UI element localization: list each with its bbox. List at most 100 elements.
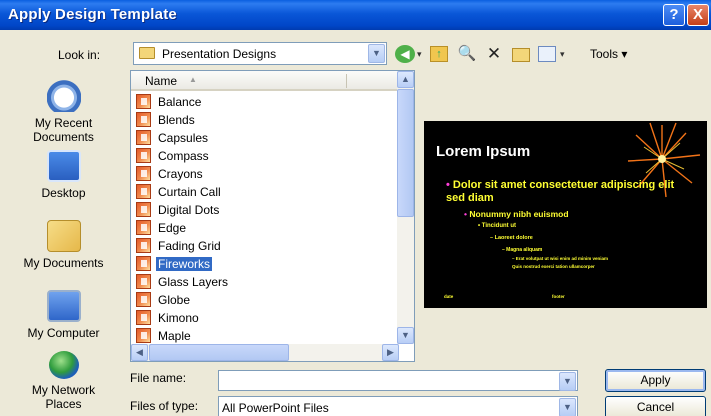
file-row[interactable]: Compass xyxy=(133,147,397,165)
my-network-icon xyxy=(48,351,79,379)
views-icon[interactable] xyxy=(538,46,556,62)
powerpoint-template-icon xyxy=(136,166,151,181)
preview-bullet-4: – Laoreet dolore xyxy=(490,235,533,241)
powerpoint-template-icon xyxy=(136,184,151,199)
powerpoint-template-icon xyxy=(136,292,151,307)
look-in-dropdown[interactable]: Presentation Designs ▼ xyxy=(133,42,387,65)
place-my-documents[interactable]: My Documents xyxy=(3,220,124,270)
file-row[interactable]: Balance xyxy=(133,93,397,111)
file-row[interactable]: Capsules xyxy=(133,129,397,147)
look-in-value: Presentation Designs xyxy=(162,47,277,61)
powerpoint-template-icon xyxy=(136,94,151,109)
file-row[interactable]: Fireworks xyxy=(133,255,397,273)
file-row-label: Edge xyxy=(158,221,187,235)
file-row-label: Balance xyxy=(158,95,202,109)
file-row-label: Kimono xyxy=(158,311,199,325)
powerpoint-template-icon xyxy=(136,148,151,163)
window-title: Apply Design Template xyxy=(8,6,177,23)
preview-title: Lorem Ipsum xyxy=(436,143,531,160)
powerpoint-template-icon xyxy=(136,310,151,325)
preview-bullet-3: • Tincidunt ut xyxy=(478,223,516,229)
powerpoint-template-icon xyxy=(136,112,151,127)
file-row-label: Fireworks xyxy=(156,257,213,271)
search-web-icon[interactable]: 🔍 xyxy=(457,44,477,64)
file-row[interactable]: Blends xyxy=(133,111,397,129)
file-row[interactable]: Curtain Call xyxy=(133,183,397,201)
file-row-label: Maple xyxy=(158,329,191,343)
scroll-right-button[interactable]: ▶ xyxy=(382,344,399,361)
recent-documents-icon xyxy=(46,80,81,112)
sort-ascending-icon: ▲ xyxy=(189,75,197,84)
scroll-down-button[interactable]: ▼ xyxy=(397,327,414,344)
place-my-network[interactable]: My Network Places xyxy=(3,351,124,411)
cancel-button[interactable]: Cancel xyxy=(605,396,706,416)
horizontal-scrollbar[interactable]: ◀ ▶ xyxy=(131,344,399,361)
close-button[interactable]: X xyxy=(687,4,709,26)
preview-bullet-5: – Magna aliquam xyxy=(502,247,543,253)
file-row[interactable]: Crayons xyxy=(133,165,397,183)
preview-footer-date: date xyxy=(444,294,454,299)
scroll-left-button[interactable]: ◀ xyxy=(131,344,148,361)
file-list[interactable]: Name ▲ Balance Blends Capsules Compass Crayo… xyxy=(130,70,415,362)
preview-bullet-1: • Dolor sit amet consectetuer adipiscing… xyxy=(446,179,675,204)
back-dropdown-icon[interactable]: ▾ xyxy=(417,44,422,64)
file-type-label: Files of type: xyxy=(130,399,199,413)
powerpoint-template-icon xyxy=(136,130,151,145)
file-type-dropdown[interactable]: All PowerPoint Files ▼ xyxy=(218,396,578,416)
file-row[interactable]: Globe xyxy=(133,291,397,309)
my-computer-icon xyxy=(46,290,81,322)
file-row-label: Glass Layers xyxy=(158,275,229,289)
my-documents-icon xyxy=(46,220,81,252)
scroll-up-button[interactable]: ▲ xyxy=(397,71,414,88)
file-rows: Balance Blends Capsules Compass Crayons Curta… xyxy=(133,93,397,345)
place-my-computer[interactable]: My Computer xyxy=(3,290,124,340)
back-icon[interactable]: ◀ xyxy=(395,45,415,63)
chevron-down-icon[interactable]: ▼ xyxy=(559,372,576,391)
apply-button[interactable]: Apply xyxy=(605,369,706,392)
file-row[interactable]: Maple xyxy=(133,327,397,345)
file-row-label: Curtain Call xyxy=(158,185,221,199)
preview-bullet-7: Quis nostrud exerci tation ullamcorper xyxy=(512,264,595,269)
file-row[interactable]: Glass Layers xyxy=(133,273,397,291)
file-row[interactable]: Kimono xyxy=(133,309,397,327)
file-row[interactable]: Edge xyxy=(133,219,397,237)
place-my-recent-documents[interactable]: My Recent Documents xyxy=(3,80,124,144)
powerpoint-template-icon xyxy=(136,328,151,343)
delete-icon[interactable]: ✕ xyxy=(484,44,504,64)
new-folder-icon[interactable] xyxy=(512,48,530,62)
file-row-label: Blends xyxy=(158,113,195,127)
column-divider[interactable] xyxy=(346,74,347,88)
file-row-label: Capsules xyxy=(158,131,209,145)
file-row-label: Globe xyxy=(158,293,191,307)
file-row-label: Digital Dots xyxy=(158,203,220,217)
preview-bullet-6: – Erat volutpat ut wisi enim ad minim ve… xyxy=(512,256,609,261)
preview-bullet-2: • Nonummy nibh euismod xyxy=(464,209,569,219)
place-desktop[interactable]: Desktop xyxy=(3,150,124,200)
vertical-scroll-thumb[interactable] xyxy=(397,89,414,217)
chevron-down-icon[interactable]: ▼ xyxy=(559,398,576,416)
file-row[interactable]: Digital Dots xyxy=(133,201,397,219)
vertical-scrollbar[interactable]: ▲ ▼ xyxy=(397,71,414,344)
file-row-label: Fading Grid xyxy=(158,239,221,253)
column-header-name[interactable]: Name ▲ xyxy=(131,71,399,91)
powerpoint-template-icon xyxy=(136,220,151,235)
file-row[interactable]: Fading Grid xyxy=(133,237,397,255)
up-folder-icon[interactable]: ↑ xyxy=(430,46,448,62)
file-name-input[interactable]: ▼ xyxy=(218,370,578,391)
desktop-icon xyxy=(46,150,81,182)
file-type-value: All PowerPoint Files xyxy=(222,401,329,415)
file-name-label: File name: xyxy=(130,371,187,385)
powerpoint-template-icon xyxy=(136,238,151,253)
tools-menu[interactable]: Tools ▾ xyxy=(590,47,627,61)
views-dropdown-icon[interactable]: ▾ xyxy=(560,44,565,64)
design-preview: Lorem Ipsum • Dolor sit amet consectetue… xyxy=(424,121,707,308)
help-button[interactable]: ? xyxy=(663,4,685,26)
look-in-label: Look in: xyxy=(58,48,101,62)
horizontal-scroll-thumb[interactable] xyxy=(149,344,289,361)
folder-icon xyxy=(139,47,155,59)
chevron-down-icon[interactable]: ▼ xyxy=(368,44,385,63)
powerpoint-template-icon xyxy=(136,274,151,289)
column-name-label: Name xyxy=(145,74,178,88)
places-bar: My Recent Documents Desktop My Documents… xyxy=(3,68,124,416)
file-row-label: Compass xyxy=(158,149,209,163)
